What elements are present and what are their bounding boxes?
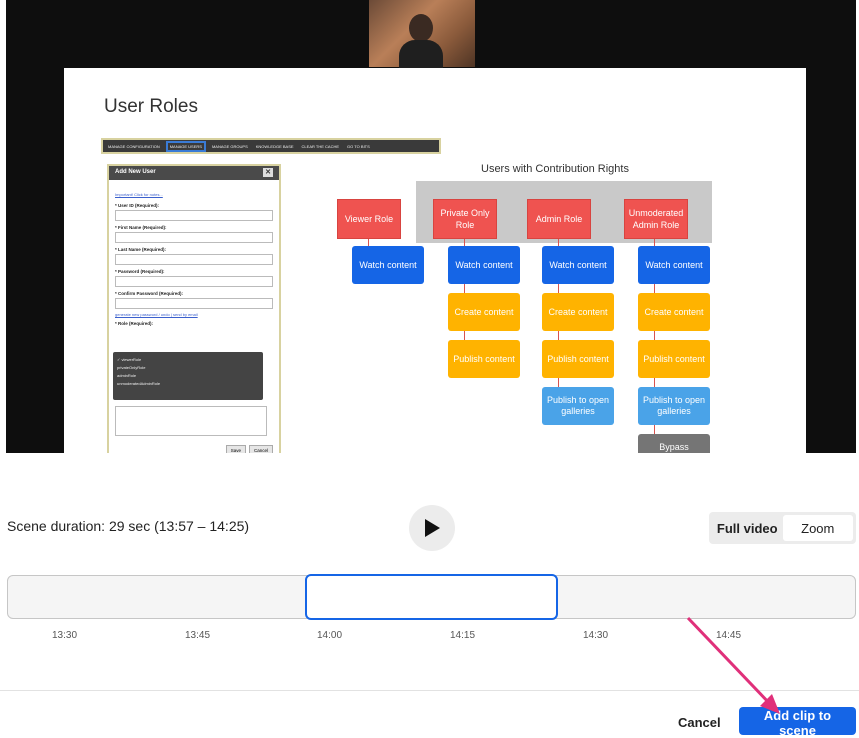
perm-watch-content: Watch content bbox=[352, 246, 424, 284]
timeline-tick: 14:15 bbox=[450, 630, 476, 641]
notes-link: Important! Click for notes... bbox=[115, 192, 163, 197]
footer-divider bbox=[0, 690, 859, 691]
dialog-header: Add New User ✕ bbox=[109, 166, 279, 180]
video-player[interactable]: User Roles MANAGE CONFIGURATION MANAGE U… bbox=[6, 0, 856, 453]
dialog-body: Important! Click for notes... * User ID … bbox=[109, 180, 279, 330]
play-icon bbox=[425, 519, 440, 537]
perm-create-content: Create content bbox=[542, 293, 614, 331]
dialog-cancel-button: Cancel bbox=[248, 445, 273, 453]
field-label: * Password (Required): bbox=[115, 269, 165, 274]
menu-item: MANAGE CONFIGURATION bbox=[108, 143, 160, 149]
perm-publish-content: Publish content bbox=[448, 340, 520, 378]
perm-watch-content: Watch content bbox=[542, 246, 614, 284]
view-mode-toggle: Full video Zoom bbox=[709, 512, 856, 544]
role-option: unmoderatedAdminRole bbox=[117, 381, 161, 386]
cancel-button[interactable]: Cancel bbox=[672, 710, 727, 734]
zoom-option[interactable]: Zoom bbox=[782, 515, 853, 541]
clip-selection-range[interactable] bbox=[305, 574, 558, 620]
add-user-dialog: Add New User ✕ Important! Click for note… bbox=[107, 164, 281, 453]
role-option: privateOnlyRole bbox=[117, 365, 146, 370]
slide-menubar: MANAGE CONFIGURATION MANAGE USERS MANAGE… bbox=[101, 138, 441, 154]
timeline-tick: 13:45 bbox=[185, 630, 211, 641]
timeline-tick: 14:30 bbox=[583, 630, 609, 641]
close-icon: ✕ bbox=[263, 168, 273, 177]
add-clip-to-scene-button[interactable]: Add clip to scene bbox=[739, 707, 856, 738]
menu-item: GO TO BITS bbox=[347, 143, 370, 149]
field-label: * Confirm Password (Required): bbox=[115, 291, 184, 296]
field-label: * Last Name (Required): bbox=[115, 247, 167, 252]
presenter-body bbox=[399, 40, 443, 70]
contribution-title: Users with Contribution Rights bbox=[481, 163, 629, 175]
perm-create-content: Create content bbox=[448, 293, 520, 331]
role-dropdown-list: ✓ viewerRole privateOnlyRole adminRole u… bbox=[113, 352, 263, 400]
full-video-option[interactable]: Full video bbox=[712, 515, 783, 541]
play-button[interactable] bbox=[409, 505, 455, 551]
role-private-only: Private Only Role bbox=[433, 199, 497, 239]
presenter-head bbox=[409, 14, 433, 42]
role-option: adminRole bbox=[117, 373, 137, 378]
menu-item: CLEAR THE CACHE bbox=[301, 143, 340, 149]
perm-publish-open-galleries: Publish to open galleries bbox=[542, 387, 614, 425]
field-box bbox=[115, 210, 273, 221]
dialog-title: Add New User bbox=[115, 169, 156, 175]
timeline-tick: 13:30 bbox=[52, 630, 78, 641]
notes-textarea bbox=[115, 406, 267, 436]
presenter-webcam bbox=[369, 0, 475, 70]
role-admin: Admin Role bbox=[527, 199, 591, 239]
role-label: * Role (Required): bbox=[115, 321, 154, 326]
perm-watch-content: Watch content bbox=[448, 246, 520, 284]
dialog-save-button: Save bbox=[225, 445, 246, 453]
field-box bbox=[115, 232, 273, 243]
field-label: * User ID (Required): bbox=[115, 203, 160, 208]
slide-title: User Roles bbox=[104, 96, 198, 117]
dialog-buttons: Save Cancel bbox=[225, 445, 273, 453]
role-option: ✓ viewerRole bbox=[117, 357, 142, 362]
role-viewer: Viewer Role bbox=[337, 199, 401, 239]
role-unmoderated-admin: Unmoderated Admin Role bbox=[624, 199, 688, 239]
perm-bypass-moderation: Bypass moderation bbox=[638, 434, 710, 453]
timeline-tick: 14:45 bbox=[716, 630, 742, 641]
menu-item: KNOWLEDGE BASE bbox=[255, 143, 294, 149]
password-links: generate new password / undo | send by e… bbox=[115, 312, 198, 317]
field-label: * First Name (Required): bbox=[115, 225, 167, 230]
perm-watch-content: Watch content bbox=[638, 246, 710, 284]
perm-publish-content: Publish content bbox=[638, 340, 710, 378]
perm-create-content: Create content bbox=[638, 293, 710, 331]
perm-publish-open-galleries: Publish to open galleries bbox=[638, 387, 710, 425]
menu-item-active: MANAGE USERS bbox=[165, 140, 206, 152]
perm-publish-content: Publish content bbox=[542, 340, 614, 378]
field-box bbox=[115, 298, 273, 309]
timeline-tick: 14:00 bbox=[317, 630, 343, 641]
field-box bbox=[115, 254, 273, 265]
scene-duration: Scene duration: 29 sec (13:57 – 14:25) bbox=[7, 518, 250, 534]
presentation-slide: User Roles MANAGE CONFIGURATION MANAGE U… bbox=[64, 68, 806, 453]
field-box bbox=[115, 276, 273, 287]
menu-item: MANAGE GROUPS bbox=[211, 143, 248, 149]
